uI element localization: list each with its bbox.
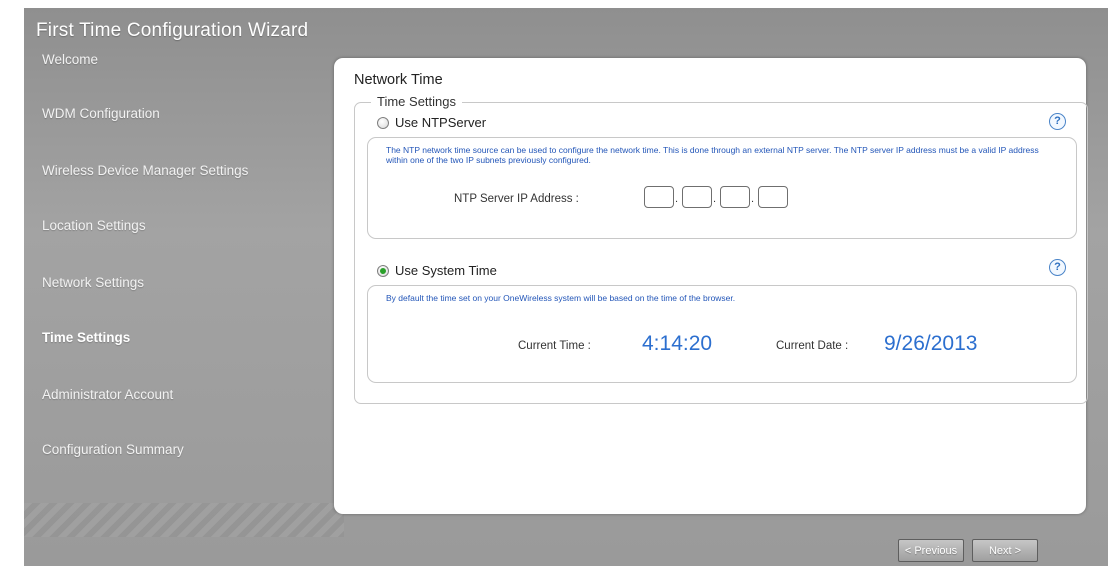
previous-button[interactable]: < Previous: [898, 539, 964, 562]
nav-item-wdm-configuration[interactable]: WDM Configuration: [42, 106, 160, 121]
current-date-label: Current Date :: [776, 340, 849, 352]
ntp-ip-octet-3[interactable]: [720, 186, 750, 208]
group-legend: Time Settings: [371, 94, 462, 109]
ntp-ip-octet-1[interactable]: [644, 186, 674, 208]
content-panel: Network Time Time Settings Use NTPServer…: [334, 58, 1088, 514]
system-time-option[interactable]: Use System Time: [377, 263, 497, 278]
next-button[interactable]: Next >: [972, 539, 1038, 562]
nav-item-wireless-device-manager-settings[interactable]: Wireless Device Manager Settings: [42, 163, 248, 178]
nav-item-welcome[interactable]: Welcome: [42, 52, 98, 67]
ip-separator: .: [713, 193, 717, 205]
system-time-option-label: Use System Time: [395, 263, 497, 278]
ntp-ip-label: NTP Server IP Address :: [454, 193, 579, 205]
nav-item-location-settings[interactable]: Location Settings: [42, 218, 146, 233]
content-title: Network Time: [354, 72, 443, 88]
time-settings-group: Time Settings Use NTPServer ? The NTP ne…: [354, 94, 1088, 404]
nav-item-configuration-summary[interactable]: Configuration Summary: [42, 442, 184, 457]
ntp-ip-octet-4[interactable]: [758, 186, 788, 208]
nav-item-administrator-account[interactable]: Administrator Account: [42, 387, 173, 402]
wizard-nav: Welcome WDM Configuration Wireless Devic…: [24, 8, 324, 548]
system-time-description: By default the time set on your OneWirel…: [386, 293, 736, 303]
ip-separator: .: [675, 193, 679, 205]
current-date-value: 9/26/2013: [884, 332, 978, 355]
ip-separator: .: [751, 193, 755, 205]
current-time-label: Current Time :: [518, 340, 591, 352]
current-time-value: 4:14:20: [642, 332, 713, 355]
ntp-help-icon[interactable]: ?: [1049, 113, 1066, 130]
ntp-server-option[interactable]: Use NTPServer: [377, 115, 486, 130]
wizard-window: First Time Configuration Wizard Welcome …: [24, 8, 1108, 566]
system-time-radio[interactable]: [377, 264, 389, 277]
ntp-server-radio[interactable]: [377, 116, 389, 129]
decorative-stripe: [24, 503, 344, 537]
ntp-ip-octet-2[interactable]: [682, 186, 712, 208]
ntp-server-option-label: Use NTPServer: [395, 115, 487, 130]
ntp-description: The NTP network time source can be used …: [386, 145, 1039, 165]
nav-item-network-settings[interactable]: Network Settings: [42, 275, 144, 290]
system-time-box: By default the time set on your OneWirel…: [367, 285, 1077, 383]
system-time-help-icon[interactable]: ?: [1049, 259, 1066, 276]
nav-item-time-settings[interactable]: Time Settings: [42, 330, 130, 345]
ntp-settings-box: The NTP network time source can be used …: [367, 137, 1077, 239]
